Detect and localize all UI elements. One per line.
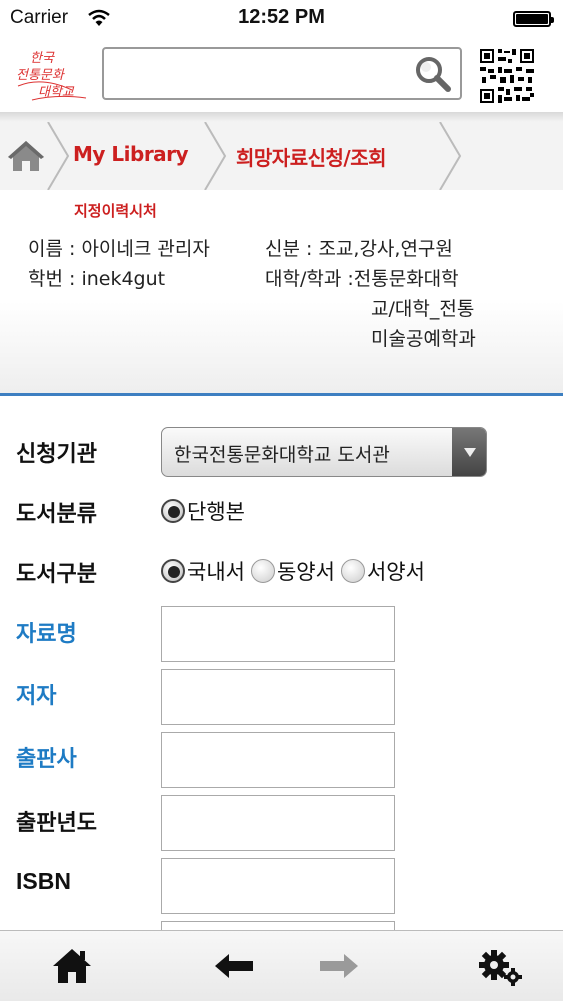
breadcrumb: My Library 희망자료신청/조회: [0, 122, 563, 191]
book-type-label: 도서구분: [16, 562, 97, 587]
breadcrumb-my-library[interactable]: My Library: [73, 142, 189, 166]
user-dept-line3: 미술공예학과: [371, 328, 476, 350]
institution-value: 한국전통문화대학교 도서관: [174, 444, 390, 466]
svg-text:전통문화: 전통문화: [16, 68, 65, 83]
book-class-radio-monograph[interactable]: [161, 499, 185, 523]
header-shadow: [0, 112, 563, 122]
book-type-asian-label: 동양서: [276, 560, 335, 584]
home-icon[interactable]: [6, 139, 46, 177]
institution-label: 신청기관: [16, 442, 97, 467]
user-dept-line2: 교/대학_전통: [371, 298, 475, 320]
book-type-radio-domestic[interactable]: [161, 559, 185, 583]
book-type-western-label: 서양서: [366, 560, 425, 584]
home-icon[interactable]: [51, 947, 93, 989]
qr-code-icon[interactable]: [478, 47, 536, 105]
svg-text:한국: 한국: [30, 51, 55, 66]
institution-select[interactable]: 한국전통문화대학교 도서관: [161, 427, 487, 477]
user-dept: 대학/학과 :전통문화대학: [265, 268, 459, 290]
university-logo[interactable]: 한국 전통문화 대학교: [12, 46, 92, 104]
battery-icon: [513, 11, 554, 27]
book-class-label: 도서분류: [16, 502, 97, 527]
isbn-field-label: ISBN: [16, 868, 71, 894]
chevron-down-icon[interactable]: [452, 428, 486, 476]
user-info-panel: 지정이력시처 이름 : 아이네크 관리자 학번 : inek4gut 신분 : …: [0, 190, 563, 396]
breadcrumb-request-lookup[interactable]: 희망자료신청/조회: [236, 142, 387, 171]
title-input[interactable]: [161, 606, 395, 662]
search-input[interactable]: [102, 47, 462, 100]
author-field-label: 저자: [16, 684, 57, 709]
author-input[interactable]: [161, 669, 395, 725]
book-type-domestic-label: 국내서: [187, 560, 245, 584]
gear-icon[interactable]: [478, 947, 524, 991]
info-title: 지정이력시처: [74, 202, 157, 220]
book-class-option-label: 단행본: [187, 500, 245, 524]
app-header: 한국 전통문화 대학교: [0, 38, 563, 113]
publisher-field-label: 출판사: [16, 747, 77, 772]
book-type-radio-asian[interactable]: [250, 559, 275, 583]
user-id: 학번 : inek4gut: [28, 268, 166, 290]
year-field-label: 출판년도: [16, 811, 97, 836]
clock: 12:52 PM: [238, 6, 325, 28]
title-field-label: 자료명: [16, 622, 77, 647]
publisher-input[interactable]: [161, 732, 395, 788]
isbn-input[interactable]: [161, 858, 395, 914]
book-type-options: 국내서 동양서 서양서: [161, 556, 431, 586]
user-status: 신분 : 조교,강사,연구원: [265, 238, 453, 260]
user-name: 이름 : 아이네크 관리자: [28, 238, 210, 260]
search-icon[interactable]: [414, 55, 452, 97]
book-class-options: 단행본: [161, 496, 251, 526]
year-input[interactable]: [161, 795, 395, 851]
bottom-toolbar: [0, 930, 563, 1001]
forward-arrow-icon[interactable]: [318, 953, 360, 983]
book-type-radio-western[interactable]: [340, 559, 365, 583]
status-bar: Carrier 12:52 PM: [0, 0, 563, 38]
back-arrow-icon[interactable]: [213, 953, 255, 983]
